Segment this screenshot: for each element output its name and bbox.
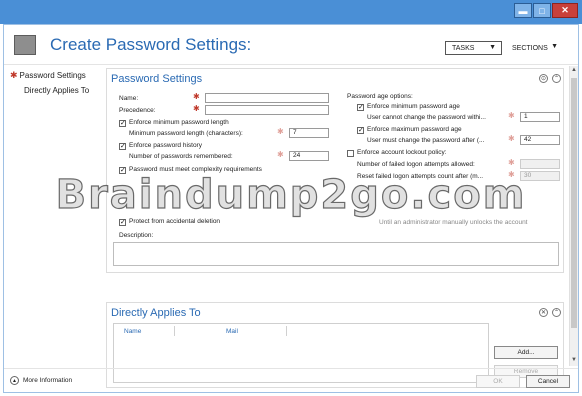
column-header-mail[interactable]: Mail — [226, 328, 238, 335]
enforce-max-age-checkbox[interactable] — [357, 127, 364, 134]
tasks-label: TASKS — [452, 44, 475, 52]
close-icon[interactable]: ✕ — [539, 308, 548, 317]
required-star-icon: ✱ — [277, 150, 284, 159]
complexity-label: Password must meet complexity requiremen… — [129, 166, 262, 173]
required-star-icon: ✱ — [10, 70, 18, 80]
tasks-dropdown[interactable]: TASKS ▼ — [445, 41, 502, 55]
required-star-icon: ✱ — [508, 158, 515, 167]
age-options-heading: Password age options: — [347, 93, 413, 100]
enforce-min-length-checkbox[interactable] — [119, 120, 126, 127]
description-field[interactable] — [113, 242, 559, 266]
failed-attempts-label: Number of failed logon attempts allowed: — [357, 161, 475, 168]
scrollbar-thumb[interactable] — [571, 78, 577, 328]
precedence-label: Precedence: — [119, 107, 156, 114]
enforce-min-length-label: Enforce minimum password length — [129, 119, 229, 126]
max-age-label: User must change the password after (... — [367, 137, 485, 144]
column-header-name[interactable]: Name — [124, 328, 141, 335]
dropdown-arrow-icon: ▼ — [551, 43, 558, 50]
close-button[interactable]: ✕ — [552, 3, 578, 18]
collapse-icon[interactable]: ⌃ — [552, 308, 561, 317]
more-information-toggle[interactable]: ▲ More Information — [10, 376, 72, 385]
min-age-field[interactable]: 1 — [520, 112, 560, 122]
required-star-icon: ✱ — [193, 92, 200, 101]
app-icon — [14, 35, 36, 55]
collapse-icon[interactable]: ⌃ — [552, 74, 561, 83]
add-button[interactable]: Add... — [494, 346, 558, 359]
section-heading: Password Settings — [111, 73, 203, 85]
column-divider — [174, 326, 175, 336]
ok-button[interactable]: OK — [476, 375, 520, 388]
min-length-label: Minimum password length (characters): — [129, 130, 243, 137]
min-age-label: User cannot change the password withi... — [367, 114, 486, 121]
settings-icon[interactable]: ⊙ — [539, 74, 548, 83]
required-star-icon: ✱ — [508, 170, 515, 179]
cancel-button[interactable]: Cancel — [526, 375, 570, 388]
column-divider — [286, 326, 287, 336]
nav-item-label: Directly Applies To — [24, 86, 90, 95]
enforce-min-age-label: Enforce minimum password age — [367, 103, 460, 110]
dialog-footer: ▲ More Information OK Cancel — [4, 368, 578, 393]
maximize-button[interactable]: □ — [533, 3, 551, 18]
enforce-history-label: Enforce password history — [129, 142, 202, 149]
close-icon: ✕ — [561, 5, 569, 15]
required-star-icon: ✱ — [508, 111, 515, 120]
unlock-manual-label: Until an administrator manually unlocks … — [379, 219, 528, 226]
scroll-up-icon[interactable]: ▲ — [570, 67, 578, 75]
vertical-scrollbar[interactable]: ▲ ▼ — [569, 66, 578, 366]
history-field[interactable]: 24 — [289, 151, 329, 161]
nav-item-password-settings[interactable]: ✱ Password Settings — [10, 70, 86, 81]
section-nav: ✱ Password Settings Directly Applies To — [4, 66, 104, 366]
lockout-policy-checkbox[interactable] — [347, 150, 354, 157]
complexity-checkbox[interactable] — [119, 167, 126, 174]
precedence-field[interactable] — [205, 105, 329, 115]
page-title: Create Password Settings: — [50, 35, 252, 54]
password-settings-section: Password Settings ⊙ ⌃ Name: ✱ Precedence… — [106, 68, 564, 273]
maximize-icon: □ — [539, 5, 545, 16]
lockout-policy-label: Enforce account lockout policy: — [357, 149, 447, 156]
required-star-icon: ✱ — [193, 104, 200, 113]
description-label: Description: — [119, 232, 154, 239]
failed-attempts-field[interactable] — [520, 159, 560, 169]
sections-label: SECTIONS — [512, 44, 548, 52]
name-field[interactable] — [205, 93, 329, 103]
min-length-field[interactable]: 7 — [289, 128, 329, 138]
reset-count-label: Reset failed logon attempts count after … — [357, 173, 484, 180]
sections-dropdown[interactable]: SECTIONS ▼ — [512, 41, 560, 55]
protect-deletion-checkbox[interactable] — [119, 219, 126, 226]
minimize-button[interactable]: ▬ — [514, 3, 532, 18]
required-star-icon: ✱ — [277, 127, 284, 136]
enforce-min-age-checkbox[interactable] — [357, 104, 364, 111]
scroll-down-icon[interactable]: ▼ — [570, 357, 578, 365]
minimize-icon: ▬ — [518, 5, 528, 16]
enforce-max-age-label: Enforce maximum password age — [367, 126, 462, 133]
expand-icon: ▲ — [10, 376, 19, 385]
required-star-icon: ✱ — [508, 134, 515, 143]
reset-count-field[interactable]: 30 — [520, 171, 560, 181]
page-header: Create Password Settings: TASKS ▼ SECTIO… — [4, 25, 578, 65]
more-information-label: More Information — [23, 377, 73, 384]
section-heading: Directly Applies To — [111, 307, 201, 319]
app-frame: Create Password Settings: TASKS ▼ SECTIO… — [3, 24, 579, 393]
name-label: Name: — [119, 95, 139, 102]
history-label: Number of passwords remembered: — [129, 153, 233, 160]
protect-deletion-label: Protect from accidental deletion — [129, 218, 221, 225]
content-area: Password Settings ⊙ ⌃ Name: ✱ Precedence… — [106, 66, 566, 388]
nav-item-label: Password Settings — [19, 71, 86, 80]
enforce-history-checkbox[interactable] — [119, 143, 126, 150]
max-age-field[interactable]: 42 — [520, 135, 560, 145]
window-titlebar: ▬ □ ✕ — [0, 0, 582, 24]
nav-item-directly-applies-to[interactable]: Directly Applies To — [24, 86, 89, 95]
dropdown-arrow-icon: ▼ — [489, 44, 496, 51]
